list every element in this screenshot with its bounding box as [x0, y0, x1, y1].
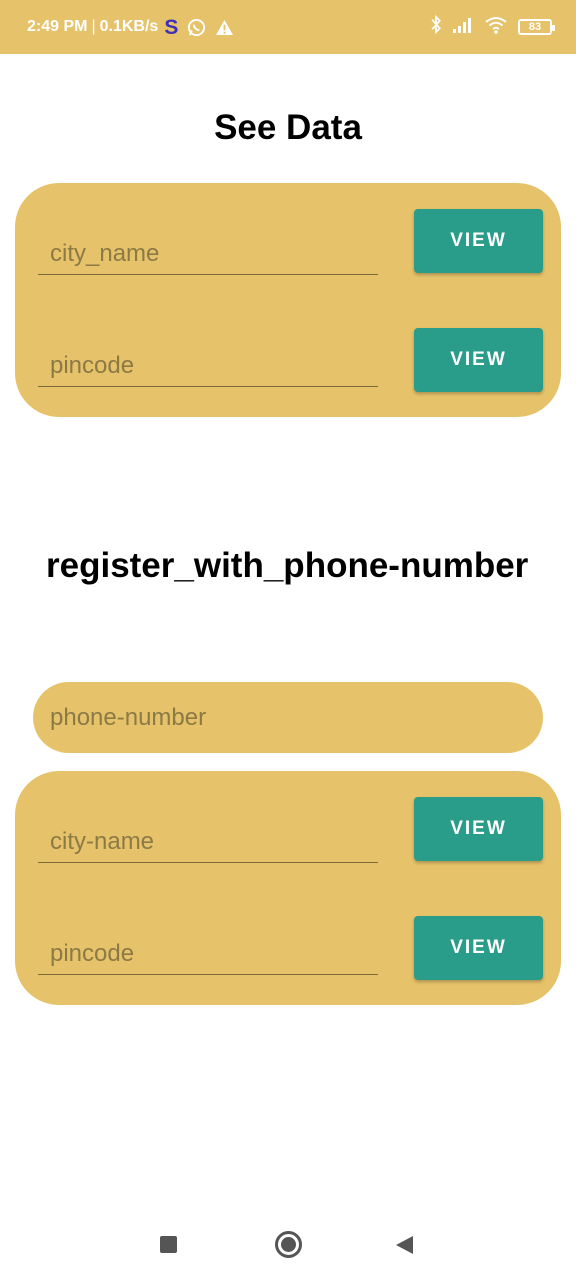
status-time: 2:49 PM — [27, 18, 88, 35]
view-city-button[interactable]: VIEW — [414, 209, 543, 273]
back-triangle-icon[interactable] — [396, 1236, 413, 1254]
wifi-icon — [484, 16, 508, 39]
see-data-card: city_name VIEW pincode VIEW — [15, 183, 561, 417]
status-separator: | — [91, 18, 96, 35]
city-name-field[interactable]: city_name — [38, 240, 378, 275]
signal-icon — [452, 17, 474, 38]
register-pincode-placeholder: pincode — [50, 940, 135, 967]
section-title: register_with_phone-number — [46, 546, 529, 585]
whatsapp-icon — [187, 18, 206, 37]
status-right: 83 — [430, 0, 555, 54]
home-circle-icon[interactable] — [275, 1231, 302, 1258]
status-bar: 2:49 PM | 0.1KB/s S 83 — [0, 0, 576, 54]
pincode-placeholder: pincode — [50, 352, 135, 379]
warning-icon — [215, 19, 234, 36]
status-left: 2:49 PM | 0.1KB/s S — [27, 0, 234, 54]
network-speed: 0.1KB/s — [99, 18, 159, 35]
navigation-bar — [0, 1210, 576, 1280]
city-name-placeholder: city_name — [50, 240, 160, 267]
register-city-name-field[interactable]: city-name — [38, 828, 378, 863]
view-pincode-button[interactable]: VIEW — [414, 328, 543, 392]
pincode-field[interactable]: pincode — [38, 352, 378, 387]
battery-icon: 83 — [518, 19, 555, 35]
bluetooth-icon — [430, 14, 442, 39]
register-card: city-name VIEW pincode VIEW — [15, 771, 561, 1005]
register-view-pincode-button[interactable]: VIEW — [414, 916, 543, 980]
register-pincode-field[interactable]: pincode — [38, 940, 378, 975]
s-app-icon: S — [164, 15, 179, 39]
phone-number-field[interactable]: phone-number — [33, 682, 543, 753]
recents-square-icon[interactable] — [160, 1236, 177, 1253]
page-title: See Data — [214, 108, 362, 147]
battery-level: 83 — [528, 21, 542, 33]
register-city-name-placeholder: city-name — [50, 828, 155, 855]
register-view-city-button[interactable]: VIEW — [414, 797, 543, 861]
phone-number-placeholder: phone-number — [50, 704, 207, 731]
